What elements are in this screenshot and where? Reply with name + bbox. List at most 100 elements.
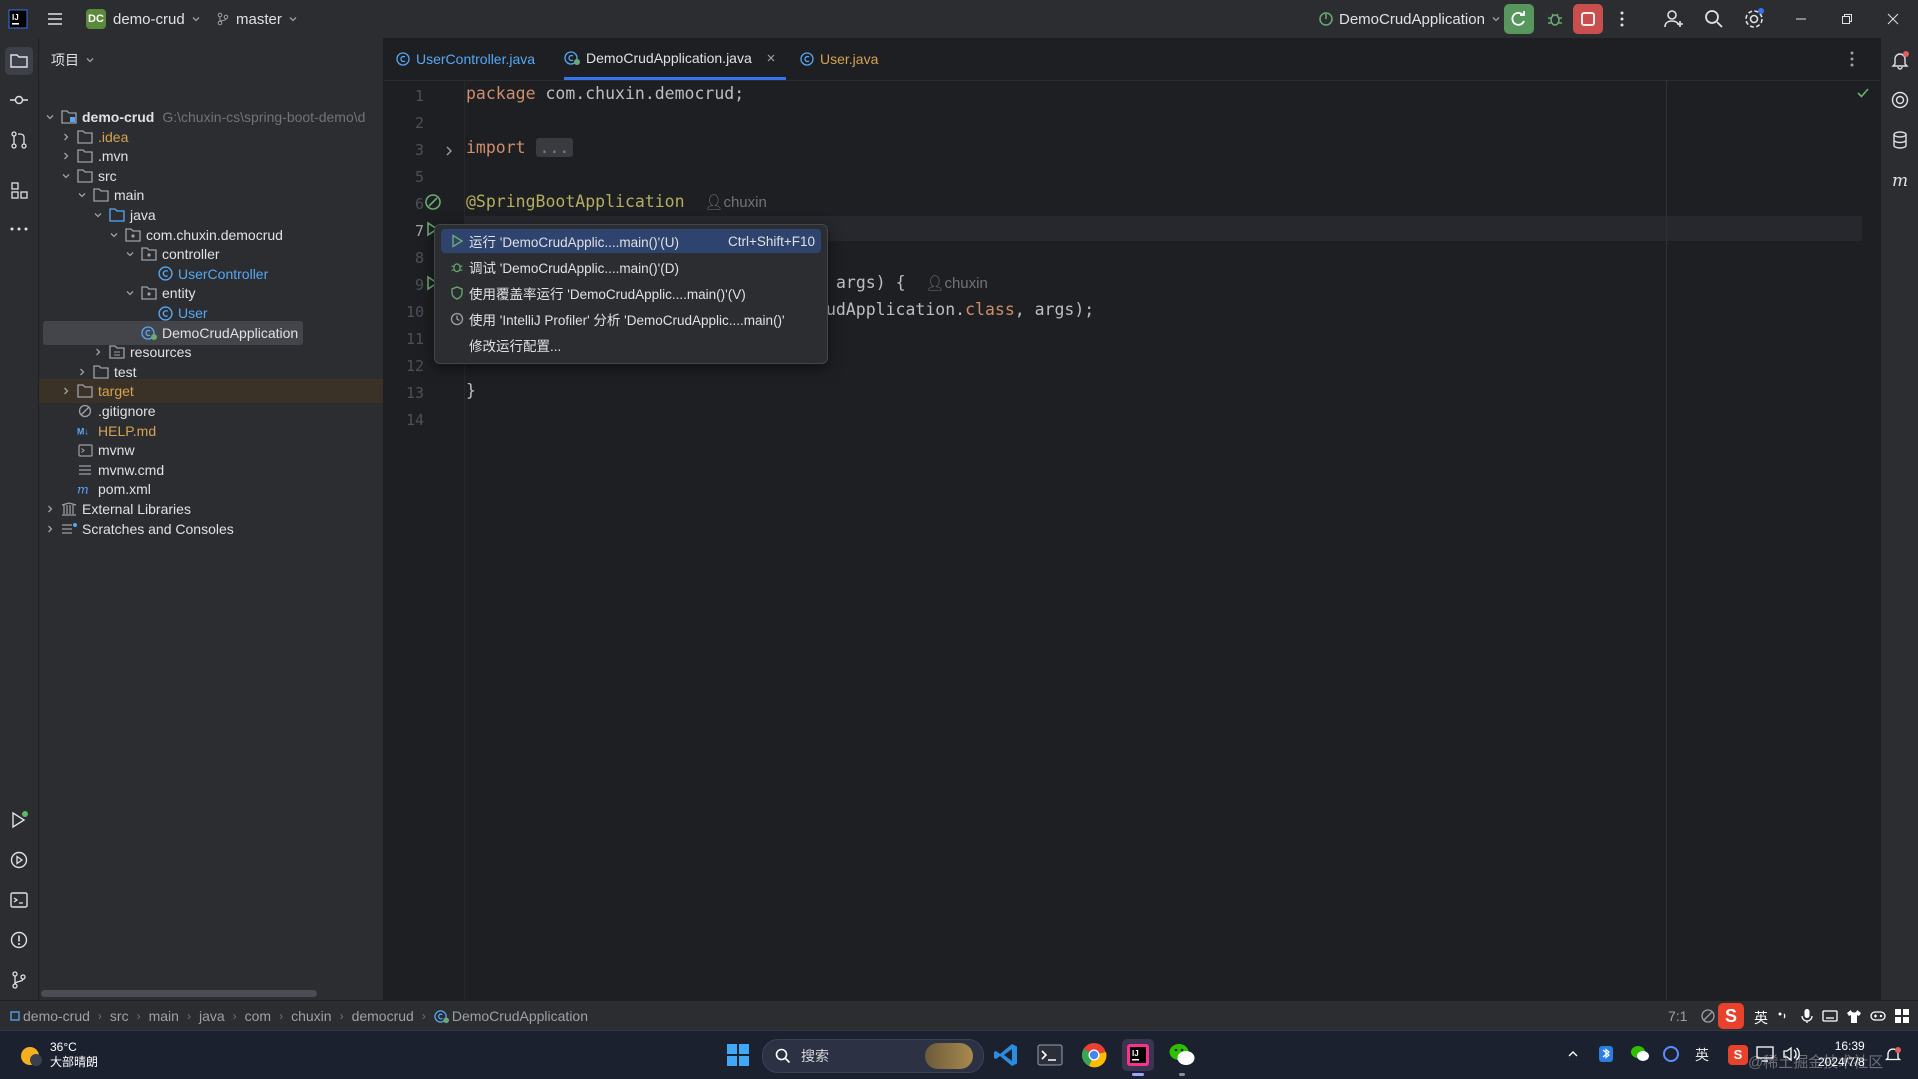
terminal-icon[interactable] [7,888,31,912]
folded-imports[interactable]: ... [535,138,574,157]
skin-shirt-icon[interactable] [1846,1008,1862,1024]
problems-icon[interactable] [7,928,31,952]
chrome-icon[interactable] [1078,1039,1110,1071]
chevron-right-icon[interactable] [91,345,105,359]
pull-requests-icon[interactable] [7,128,31,152]
caret-position[interactable]: 7:1 [1668,1008,1687,1024]
microphone-icon[interactable] [1800,1008,1814,1024]
services-icon[interactable] [7,848,31,872]
chevron-down-icon[interactable] [75,188,89,202]
vcs-branch-switcher[interactable]: master [216,0,298,38]
popup-item-profiler[interactable]: 使用 'IntelliJ Profiler' 分析 'DemoCrudAppli… [441,307,821,331]
search-icon[interactable] [1702,7,1726,31]
weather-widget[interactable]: 36°C 大部晴朗 [50,1040,98,1070]
gamepad-icon[interactable] [1870,1008,1886,1024]
chevron-right-icon[interactable] [43,522,57,536]
chevron-down-icon[interactable] [43,110,57,124]
code-line-9-tail[interactable]: args) { 👤︎chuxin [836,273,988,292]
ime-mode[interactable]: 英 [1754,1008,1768,1028]
notifications-bell-icon[interactable] [1888,48,1912,72]
code-line-10-tail[interactable]: udApplication.class, args); [826,300,1094,319]
spring-bean-gutter-icon[interactable] [424,193,444,213]
project-panel-header[interactable]: 项目 [51,50,95,70]
rerun-button[interactable] [1504,4,1534,34]
vscode-icon[interactable] [990,1039,1022,1071]
structure-icon[interactable] [7,178,31,202]
close-window-icon[interactable] [1870,0,1916,38]
taskbar-ime-mode[interactable]: 英 [1695,1031,1709,1079]
commit-icon[interactable] [7,88,31,112]
maven-icon[interactable]: m [1888,168,1912,192]
app-tray-icon[interactable] [1662,1045,1680,1063]
windows-start-icon[interactable] [722,1039,754,1071]
breadcrumb-item[interactable]: DemoCrudApplication [434,1008,588,1024]
chevron-down-icon[interactable] [123,247,137,261]
breadcrumb-item[interactable]: com [245,1008,271,1024]
popup-item-run[interactable]: 运行 'DemoCrudApplic....main()'(U) Ctrl+Sh… [441,229,821,253]
close-tab-icon[interactable] [766,53,776,63]
chevron-right-icon[interactable] [59,130,73,144]
run-config-selector[interactable]: DemoCrudApplication [1318,0,1501,38]
toolbox-grid-icon[interactable] [1894,1008,1910,1024]
run-tool-icon[interactable] [7,808,31,832]
code-line-3[interactable]: import ... [466,138,574,157]
minimize-icon[interactable] [1778,0,1824,38]
author-inlay-hint[interactable]: 👤︎chuxin [704,194,766,211]
restore-icon[interactable] [1824,0,1870,38]
readonly-toggle-icon[interactable] [1700,1008,1716,1024]
stop-button[interactable] [1573,4,1603,34]
notification-center-icon[interactable] [1884,1046,1902,1064]
breadcrumb-item[interactable]: demo-crud [10,1008,90,1024]
project-tool-folder-icon[interactable] [5,47,33,75]
bluetooth-tray-icon[interactable] [1598,1045,1614,1063]
chevron-down-icon[interactable] [107,228,121,242]
tree-item-scratches-and-consoles[interactable]: Scratches and Consoles [39,517,383,541]
breadcrumb-item[interactable]: democrud [352,1008,414,1024]
breadcrumb-item[interactable]: java [199,1008,225,1024]
wechat-icon[interactable] [1166,1039,1198,1076]
chevron-down-icon[interactable] [91,208,105,222]
tray-expand-chevron-icon[interactable] [1566,1047,1580,1061]
chevron-right-icon[interactable] [43,502,57,516]
breadcrumb-item[interactable]: src [110,1008,129,1024]
main-menu-icon[interactable] [46,0,64,38]
ai-assistant-icon[interactable] [1888,88,1912,112]
popup-item-run-with-coverage[interactable]: 使用覆盖率运行 'DemoCrudApplic....main()'(V) [441,281,821,305]
debug-button[interactable] [1540,4,1570,34]
more-actions-icon[interactable] [1610,4,1634,34]
weather-sun-icon[interactable] [16,1041,46,1071]
author-inlay-hint[interactable]: 👤︎chuxin [925,275,987,292]
keyboard-icon[interactable] [1822,1009,1838,1023]
code-line-1[interactable]: package com.chuxin.democrud; [466,84,744,103]
tab-user[interactable]: User.java [800,38,878,80]
tab-user-controller[interactable]: UserController.java [396,38,535,80]
more-tool-windows-icon[interactable] [7,217,31,241]
taskbar-search[interactable]: 搜索 [762,1039,984,1073]
popup-item-modify-config[interactable]: 修改运行配置... [441,333,821,357]
git-icon[interactable] [7,968,31,992]
database-icon[interactable] [1888,128,1912,152]
code-line-13[interactable]: } [466,381,476,400]
chevron-down-icon[interactable] [59,169,73,183]
wechat-tray-icon[interactable] [1630,1045,1650,1063]
project-switcher[interactable]: DC demo-crud [86,0,201,38]
code-line-6[interactable]: @SpringBootApplication 👤︎chuxin [466,192,767,211]
terminal-app-icon[interactable] [1034,1039,1066,1071]
horizontal-scrollbar[interactable] [41,990,317,997]
popup-item-debug[interactable]: 调试 'DemoCrudApplic....main()'(D) [441,255,821,279]
intellij-taskbar-icon[interactable]: IJ [1122,1039,1154,1076]
fold-expand-icon[interactable] [444,145,454,157]
tab-options-icon[interactable] [1850,51,1854,67]
settings-gear-icon[interactable] [1742,7,1766,31]
code-with-me-icon[interactable] [1662,7,1686,31]
punctuation-icon[interactable] [1776,1009,1790,1023]
sogou-tray-icon[interactable]: S [1728,1045,1748,1065]
chevron-right-icon[interactable] [59,149,73,163]
breadcrumb-item[interactable]: chuxin [291,1008,331,1024]
sogou-ime-logo[interactable]: S [1718,1003,1744,1029]
chevron-right-icon[interactable] [59,384,73,398]
chevron-right-icon[interactable] [75,365,89,379]
app-logo-icon[interactable]: IJ [8,0,28,38]
chevron-down-icon[interactable] [123,286,137,300]
breadcrumb-item[interactable]: main [149,1008,179,1024]
